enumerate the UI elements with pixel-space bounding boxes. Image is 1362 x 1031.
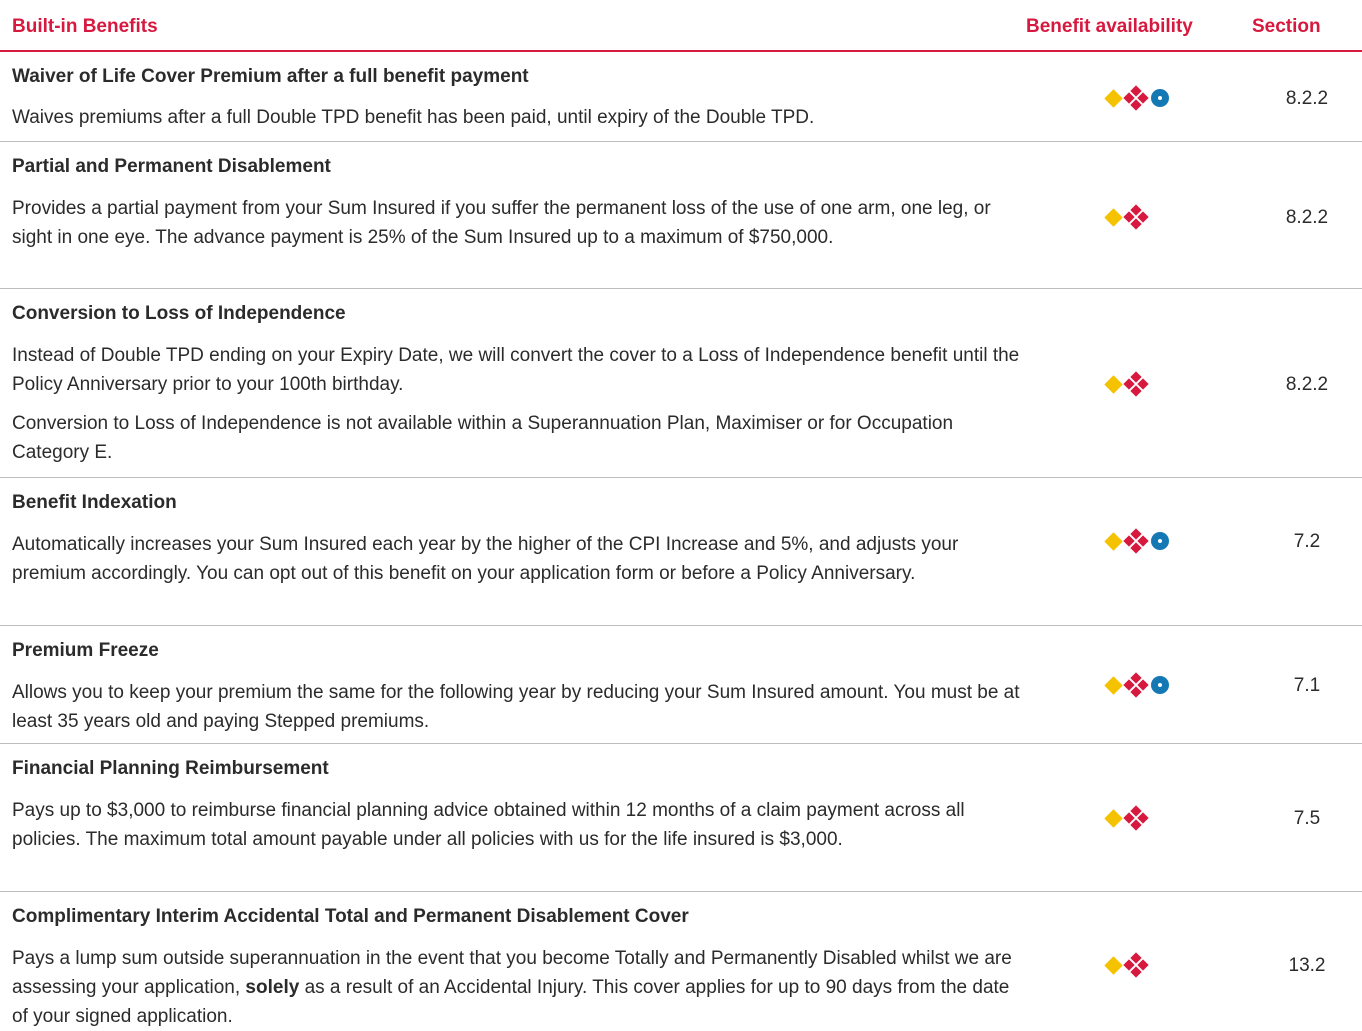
description-text: Instead of Double TPD ending on your Exp…: [12, 345, 1020, 395]
cross-icon: [1123, 672, 1149, 698]
circle-icon: [1151, 676, 1169, 694]
diamond-icon: [1104, 531, 1123, 551]
table-row: Conversion to Loss of Independence Inste…: [0, 289, 1362, 478]
header-benefit-availability: Benefit availability: [1026, 16, 1193, 37]
availability-icons: [1104, 952, 1149, 978]
diamond-icon: [1104, 88, 1123, 108]
benefit-title: Conversion to Loss of Independence: [12, 303, 346, 324]
diamond-icon: [1104, 808, 1123, 828]
benefit-description: Pays a lump sum outside superannuation i…: [12, 944, 1022, 1031]
section-number: 7.2: [1293, 531, 1321, 552]
benefit-title: Complimentary Interim Accidental Total a…: [12, 906, 689, 927]
diamond-icon: [1104, 955, 1123, 975]
description-text: Conversion to Loss of Independence is no…: [12, 413, 954, 463]
cross-icon: [1123, 952, 1149, 978]
availability-icons: [1104, 85, 1169, 111]
diamond-icon: [1104, 675, 1123, 695]
benefit-title: Benefit Indexation: [12, 492, 177, 513]
circle-icon: [1151, 89, 1169, 107]
diamond-icon: [1104, 207, 1123, 227]
table-row: Benefit Indexation Automatically increas…: [0, 478, 1362, 626]
table-header: Built-in Benefits Benefit availability S…: [0, 0, 1362, 52]
diamond-icon: [1104, 374, 1123, 394]
benefit-description: Waives premiums after a full Double TPD …: [12, 103, 1022, 132]
benefit-description: Allows you to keep your premium the same…: [12, 678, 1022, 736]
circle-icon: [1151, 532, 1169, 550]
benefit-title: Waiver of Life Cover Premium after a ful…: [12, 66, 529, 87]
section-number: 8.2.2: [1285, 88, 1329, 109]
section-number: 7.5: [1293, 808, 1321, 829]
benefit-description: Automatically increases your Sum Insured…: [12, 530, 1022, 588]
header-section: Section: [1252, 16, 1321, 37]
benefit-title: Partial and Permanent Disablement: [12, 156, 331, 177]
table-row: Partial and Permanent Disablement Provid…: [0, 142, 1362, 289]
table-row: Waiver of Life Cover Premium after a ful…: [0, 52, 1362, 142]
section-number: 8.2.2: [1285, 374, 1329, 395]
benefit-description: Instead of Double TPD ending on your Exp…: [12, 341, 1022, 467]
cross-icon: [1123, 204, 1149, 230]
description-emphasis: solely: [245, 977, 300, 998]
section-number: 8.2.2: [1285, 207, 1329, 228]
benefit-title: Premium Freeze: [12, 640, 159, 661]
availability-icons: [1104, 672, 1169, 698]
availability-icons: [1104, 204, 1149, 230]
benefit-description: Pays up to $3,000 to reimburse financial…: [12, 796, 1022, 854]
availability-icons: [1104, 528, 1169, 554]
section-number: 13.2: [1288, 955, 1326, 976]
description-text: Pays a lump sum outside superannuation i…: [12, 944, 1022, 1031]
description-text: Provides a partial payment from your Sum…: [12, 198, 991, 248]
benefit-description: Provides a partial payment from your Sum…: [12, 194, 1022, 252]
description-text: Waives premiums after a full Double TPD …: [12, 107, 815, 128]
availability-icons: [1104, 371, 1149, 397]
description-text: Pays up to $3,000 to reimburse financial…: [12, 800, 965, 850]
header-built-in-benefits: Built-in Benefits: [12, 16, 158, 37]
benefit-title: Financial Planning Reimbursement: [12, 758, 329, 779]
benefits-table: Built-in Benefits Benefit availability S…: [0, 0, 1362, 1031]
availability-icons: [1104, 805, 1149, 831]
cross-icon: [1123, 528, 1149, 554]
table-row: Complimentary Interim Accidental Total a…: [0, 892, 1362, 1031]
description-text: Allows you to keep your premium the same…: [12, 682, 1020, 732]
description-text: Automatically increases your Sum Insured…: [12, 534, 959, 584]
table-row: Financial Planning Reimbursement Pays up…: [0, 744, 1362, 892]
section-number: 7.1: [1293, 675, 1321, 696]
cross-icon: [1123, 371, 1149, 397]
cross-icon: [1123, 805, 1149, 831]
table-row: Premium Freeze Allows you to keep your p…: [0, 626, 1362, 744]
cross-icon: [1123, 85, 1149, 111]
